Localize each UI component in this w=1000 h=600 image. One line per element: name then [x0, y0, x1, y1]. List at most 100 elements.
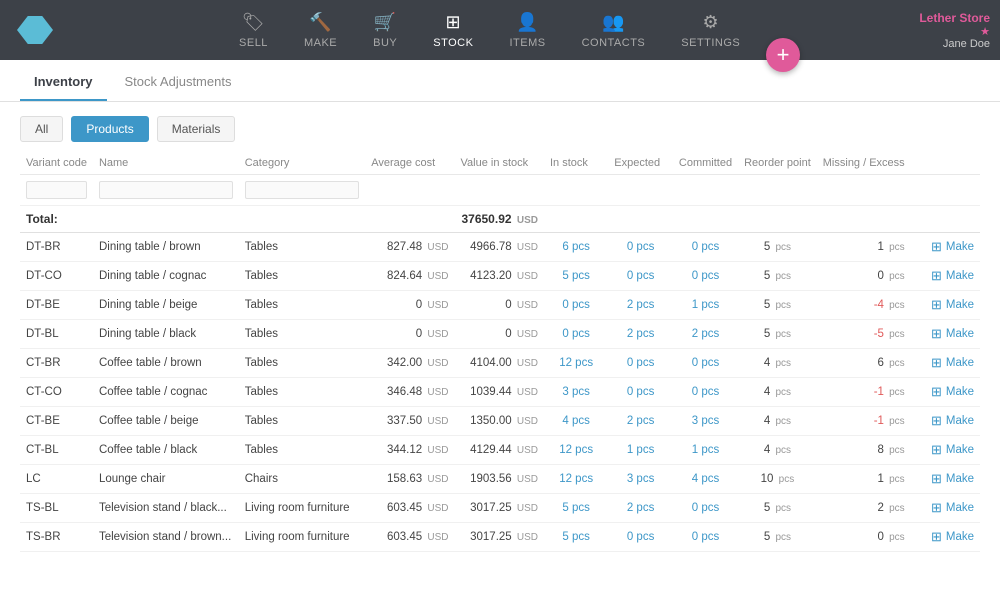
make-button[interactable]: ⊞ Make: [931, 471, 974, 487]
expected-link[interactable]: 3 pcs: [627, 473, 655, 485]
make-button[interactable]: ⊞ Make: [931, 500, 974, 516]
expected-link[interactable]: 2 pcs: [627, 328, 655, 340]
filter-materials[interactable]: Materials: [157, 116, 236, 142]
add-button[interactable]: +: [766, 38, 800, 72]
committed-link[interactable]: 0 pcs: [692, 270, 720, 282]
make-button[interactable]: ⊞ Make: [931, 384, 974, 400]
cell-missing: 1 pcs: [817, 465, 911, 494]
instock-link[interactable]: 5 pcs: [562, 270, 590, 282]
cell-missing: -4 pcs: [817, 291, 911, 320]
instock-link[interactable]: 12 pcs: [559, 357, 593, 369]
cell-category: Living room furniture: [239, 494, 365, 523]
make-button[interactable]: ⊞ Make: [931, 529, 974, 545]
th-missing: Missing / Excess: [817, 152, 911, 175]
cell-variant: DT-CO: [20, 262, 93, 291]
cell-committed: 0 pcs: [673, 233, 738, 262]
expected-link[interactable]: 2 pcs: [627, 415, 655, 427]
instock-link[interactable]: 5 pcs: [562, 502, 590, 514]
settings-icon: ⚙: [702, 12, 719, 33]
cell-expected: 0 pcs: [608, 378, 673, 407]
instock-link[interactable]: 3 pcs: [562, 386, 590, 398]
nav-items[interactable]: 👤 ITEMS: [491, 4, 563, 57]
filter-category-input[interactable]: [245, 181, 359, 199]
make-button[interactable]: ⊞ Make: [931, 239, 974, 255]
make-icon: ⊞: [931, 355, 942, 371]
expected-link[interactable]: 2 pcs: [627, 299, 655, 311]
cell-committed: 3 pcs: [673, 407, 738, 436]
filter-variant-input[interactable]: [26, 181, 87, 199]
cell-avgcost: 603.45 USD: [365, 494, 454, 523]
expected-link[interactable]: 1 pcs: [627, 444, 655, 456]
instock-link[interactable]: 12 pcs: [559, 473, 593, 485]
cell-reorder: 5 pcs: [738, 291, 817, 320]
expected-link[interactable]: 0 pcs: [627, 531, 655, 543]
nav-stock[interactable]: ⊞ STOCK: [415, 4, 491, 57]
filter-all[interactable]: All: [20, 116, 63, 142]
cell-committed: 0 pcs: [673, 523, 738, 552]
cell-reorder: 5 pcs: [738, 320, 817, 349]
cell-variant: TS-BR: [20, 523, 93, 552]
tab-inventory[interactable]: Inventory: [20, 64, 107, 101]
cell-expected: 1 pcs: [608, 436, 673, 465]
instock-link[interactable]: 0 pcs: [562, 328, 590, 340]
cell-instock: 12 pcs: [544, 349, 608, 378]
cell-avgcost: 344.12 USD: [365, 436, 454, 465]
make-icon: ⊞: [931, 500, 942, 516]
cell-reorder: 5 pcs: [738, 494, 817, 523]
committed-link[interactable]: 0 pcs: [692, 502, 720, 514]
app-logo: [10, 16, 60, 44]
contacts-icon: 👥: [602, 12, 625, 33]
cell-category: Chairs: [239, 465, 365, 494]
make-icon: ⊞: [931, 413, 942, 429]
instock-link[interactable]: 12 pcs: [559, 444, 593, 456]
cell-valstock: 1903.56 USD: [455, 465, 545, 494]
expected-link[interactable]: 0 pcs: [627, 241, 655, 253]
instock-link[interactable]: 0 pcs: [562, 299, 590, 311]
committed-link[interactable]: 2 pcs: [692, 328, 720, 340]
nav-settings[interactable]: ⚙ SETTINGS: [663, 4, 758, 57]
instock-link[interactable]: 6 pcs: [562, 241, 590, 253]
cell-variant: CT-BL: [20, 436, 93, 465]
filter-name-input[interactable]: [99, 181, 233, 199]
make-button[interactable]: ⊞ Make: [931, 268, 974, 284]
cell-action: ⊞ Make: [911, 262, 980, 291]
cell-committed: 4 pcs: [673, 465, 738, 494]
committed-link[interactable]: 1 pcs: [692, 299, 720, 311]
nav-contacts[interactable]: 👥 CONTACTS: [564, 4, 664, 57]
filter-products[interactable]: Products: [71, 116, 148, 142]
tab-stock-adjustments[interactable]: Stock Adjustments: [111, 64, 246, 101]
th-expected: Expected: [608, 152, 673, 175]
cell-reorder: 5 pcs: [738, 523, 817, 552]
committed-link[interactable]: 0 pcs: [692, 241, 720, 253]
make-button[interactable]: ⊞ Make: [931, 442, 974, 458]
cell-avgcost: 158.63 USD: [365, 465, 454, 494]
expected-link[interactable]: 0 pcs: [627, 357, 655, 369]
th-instock: In stock: [544, 152, 608, 175]
table-row: DT-BL Dining table / black Tables 0 USD …: [20, 320, 980, 349]
committed-link[interactable]: 0 pcs: [692, 357, 720, 369]
committed-link[interactable]: 0 pcs: [692, 531, 720, 543]
expected-link[interactable]: 2 pcs: [627, 502, 655, 514]
table-row: CT-BE Coffee table / beige Tables 337.50…: [20, 407, 980, 436]
committed-link[interactable]: 3 pcs: [692, 415, 720, 427]
instock-link[interactable]: 5 pcs: [562, 531, 590, 543]
nav-sell-label: SELL: [239, 37, 268, 49]
expected-link[interactable]: 0 pcs: [627, 270, 655, 282]
committed-link[interactable]: 0 pcs: [692, 386, 720, 398]
make-button[interactable]: ⊞ Make: [931, 413, 974, 429]
committed-link[interactable]: 1 pcs: [692, 444, 720, 456]
instock-link[interactable]: 4 pcs: [562, 415, 590, 427]
make-button[interactable]: ⊞ Make: [931, 355, 974, 371]
cell-expected: 0 pcs: [608, 523, 673, 552]
nav-buy[interactable]: 🛒 BUY: [355, 4, 415, 57]
cell-committed: 0 pcs: [673, 378, 738, 407]
cell-valstock: 4129.44 USD: [455, 436, 545, 465]
make-label: Make: [946, 502, 974, 514]
nav-make[interactable]: 🔨 MAKE: [286, 4, 355, 57]
make-button[interactable]: ⊞ Make: [931, 297, 974, 313]
expected-link[interactable]: 0 pcs: [627, 386, 655, 398]
nav-sell[interactable]: 🏷 SELL: [221, 4, 286, 57]
committed-link[interactable]: 4 pcs: [692, 473, 720, 485]
make-button[interactable]: ⊞ Make: [931, 326, 974, 342]
cell-reorder: 4 pcs: [738, 378, 817, 407]
